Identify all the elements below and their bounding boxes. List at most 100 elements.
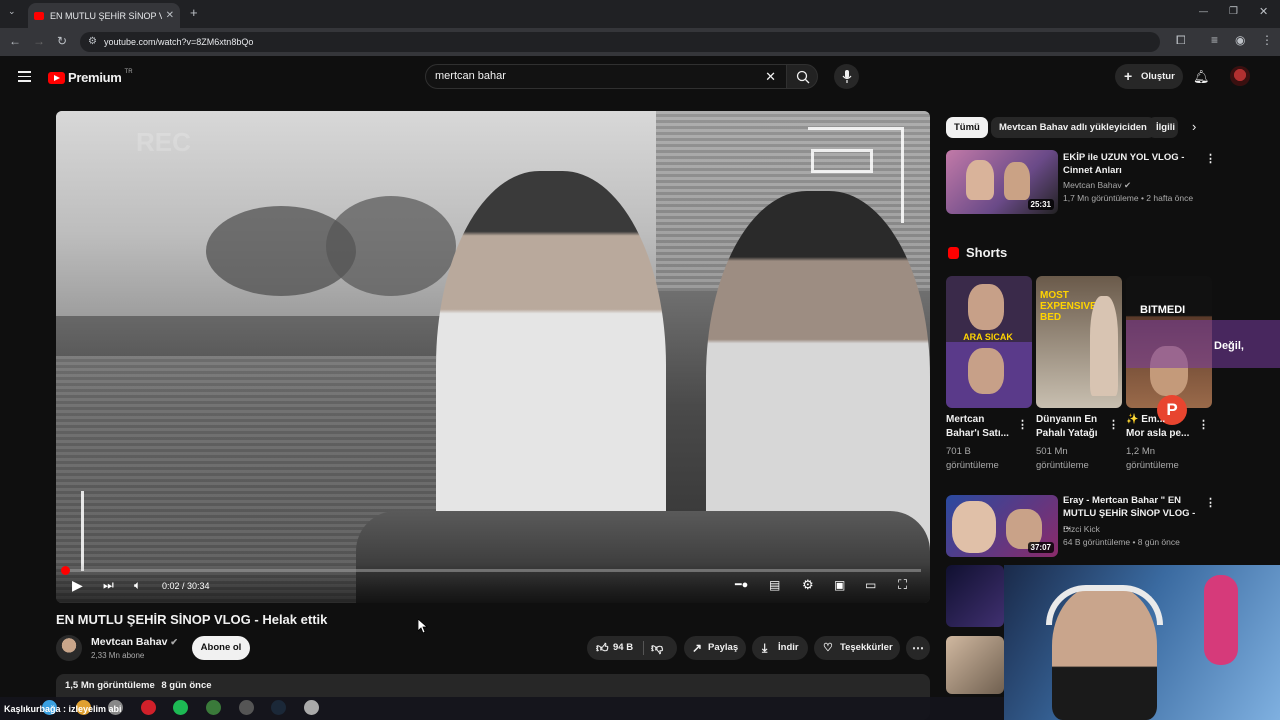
scrubber-handle[interactable] [61,566,70,575]
chrome-menu-icon[interactable]: ⋮ [1261,33,1273,47]
taskbar-app-icon[interactable] [304,700,319,715]
subscribe-button[interactable]: Abone ol [192,636,250,660]
subtitles-icon[interactable]: ▤ [769,578,780,592]
youtube-favicon-icon [34,11,44,20]
video-player[interactable]: REC ▶ ⏭︎ 🔈︎ 0:02 / 30:34 ━● ▤ ⚙ ▣ ▭ ⛶ [56,111,930,603]
voice-search-button[interactable] [834,64,859,89]
rec-title-line: EKİP ile UZUN YOL VLOG - [1063,152,1185,163]
short-views-line: görüntüleme [1036,460,1089,471]
short-title-line: Mertcan [946,414,985,425]
profile-icon[interactable]: ◉ [1235,33,1245,47]
channel-avatar[interactable] [56,635,82,661]
chip-related[interactable]: İlgili [1148,117,1178,138]
spotify-taskbar-icon[interactable] [173,700,188,715]
rec-title[interactable]: EKİP ile UZUN YOL VLOG - Cinnet Anları [1063,151,1198,177]
thanks-button[interactable]: ♡ Teşekkürler [814,636,900,660]
rec-thumbnail[interactable] [946,636,1004,694]
search-button[interactable] [786,64,818,89]
account-avatar[interactable] [1230,66,1250,86]
rec-menu-icon[interactable]: ⋮ [1205,496,1216,509]
settings-gear-icon[interactable]: ⚙ [802,577,814,593]
progress-bar[interactable] [65,569,921,572]
dislike-icon[interactable]: 👎︎ [651,636,663,660]
short-views: 1,2 Mn görüntüleme [1126,445,1206,473]
reload-icon[interactable]: ↻ [57,34,67,48]
share-button[interactable]: ↗ Paylaş [684,636,746,660]
play-icon[interactable]: ▶ [72,577,83,594]
menu-icon[interactable] [18,68,31,85]
logo-text: Premium [68,70,122,85]
short-thumb-text: MOST EXPENSIVE BED [1040,290,1097,323]
back-icon[interactable]: ← [9,34,21,48]
media-icon[interactable]: ≡ [1211,33,1218,47]
tree-shape [326,196,456,296]
rec-meta: 1,7 Mn görüntüleme • 2 hafta önce [1063,193,1194,203]
channel-name[interactable]: Mevtcan Bahav ✔ [91,636,178,648]
browser-tab[interactable]: EN MUTLU ŞEHİR SİNOP VLOG ✕ [28,3,180,28]
rec-meta: 64 B görüntüleme • 8 gün önce [1063,537,1180,547]
fullscreen-icon[interactable]: ⛶ [898,577,907,593]
rec-menu-icon[interactable]: ⋮ [1205,152,1216,165]
short-title[interactable]: ✨ Em... Mor asla pe... [1126,413,1196,441]
restore-button[interactable]: ❐ [1229,6,1238,17]
rec-thumbnail[interactable]: 37:07 [946,495,1058,557]
short-menu-icon[interactable]: ⋮ [1108,418,1119,431]
short-title[interactable]: Mertcan Bahar'ı Satı... [946,413,1016,441]
download-button[interactable]: ⤓ İndir [752,636,808,660]
chevron-right-icon[interactable]: › [1192,119,1196,134]
theater-mode-icon[interactable]: ▭ [865,578,876,592]
short-title[interactable]: Dünyanın En Pahalı Yatağı [1036,413,1106,441]
search-input[interactable]: mertcan bahar ✕ [425,64,787,89]
miniplayer-icon[interactable]: ▣ [834,578,845,592]
tab-search-icon[interactable]: ⌄ [8,6,16,17]
short-thumbnail[interactable]: ARA SICAK [946,276,1032,408]
forward-icon[interactable]: → [33,34,45,48]
browser-tabstrip: ⌄ EN MUTLU ŞEHİR SİNOP VLOG ✕ + — ❐ ✕ [0,0,1280,28]
short-views-line: 501 Mn [1036,446,1068,457]
taskbar-app-icon[interactable] [206,700,221,715]
short-menu-icon[interactable]: ⋮ [1198,418,1209,431]
steam-taskbar-icon[interactable] [271,700,286,715]
short-menu-icon[interactable]: ⋮ [1017,418,1028,431]
short-title-line: Dünyanın En [1036,414,1098,425]
new-tab-button[interactable]: + [190,5,198,20]
rec-thumbnail[interactable]: 25:31 [946,150,1058,214]
youtube-logo[interactable]: Premium TR [48,69,133,85]
rec-title-line: Eray - Mertcan Bahar " EN [1063,495,1182,506]
youtube-play-logo-icon [48,71,65,84]
like-count[interactable]: 94 B [613,636,633,660]
search-query: mertcan bahar [435,70,506,82]
minimize-button[interactable]: — [1199,6,1208,16]
notifications-bell-icon[interactable]: 🔔︎ [1193,69,1210,85]
volume-icon[interactable]: 🔈︎ [134,578,141,593]
next-icon[interactable]: ⏭︎ [103,578,114,593]
autoplay-toggle[interactable]: ━● [735,578,748,591]
create-button[interactable]: + Oluştur [1115,64,1183,89]
rec-channel[interactable]: Mevtcan Bahav ✔ [1063,179,1131,191]
chat-message-overlay: Kaşlıkurbağa : izleyelim abi [4,704,122,714]
chip-all[interactable]: Tümü [946,117,988,138]
opera-taskbar-icon[interactable] [141,700,156,715]
like-icon[interactable]: 👍︎ [596,636,609,660]
divider [643,641,644,655]
extensions-icon[interactable]: ⧠ [1176,33,1186,48]
thumb-face [966,160,994,200]
more-actions-icon[interactable]: ⋯ [906,636,930,660]
short-title-line: Bahar'ı Satı... [946,428,1009,439]
address-bar[interactable]: ⚙ youtube.com/watch?v=8ZM6xtn8bQo [80,32,1160,52]
shorts-heading: Shorts [966,245,1008,260]
taskbar-app-icon[interactable] [239,700,254,715]
site-info-icon[interactable]: ⚙ [88,32,97,52]
clear-search-icon[interactable]: ✕ [765,65,776,88]
tab-close-icon[interactable]: ✕ [166,10,174,21]
verified-icon: ✔ [170,637,178,647]
thumb-face [968,348,1004,394]
short-title-line: Pahalı Yatağı [1036,428,1098,439]
rec-channel[interactable]: Dizci Kick [1063,523,1100,535]
short-title-line: ✨ Em... [1126,414,1166,425]
rec-thumbnail[interactable] [946,565,1004,627]
short-views-line: 701 B [946,446,971,457]
close-window-button[interactable]: ✕ [1259,5,1268,18]
chip-from-uploader[interactable]: Mevtcan Bahav adlı yükleyiciden [991,117,1155,138]
short-thumbnail[interactable]: MOST EXPENSIVE BED [1036,276,1122,408]
